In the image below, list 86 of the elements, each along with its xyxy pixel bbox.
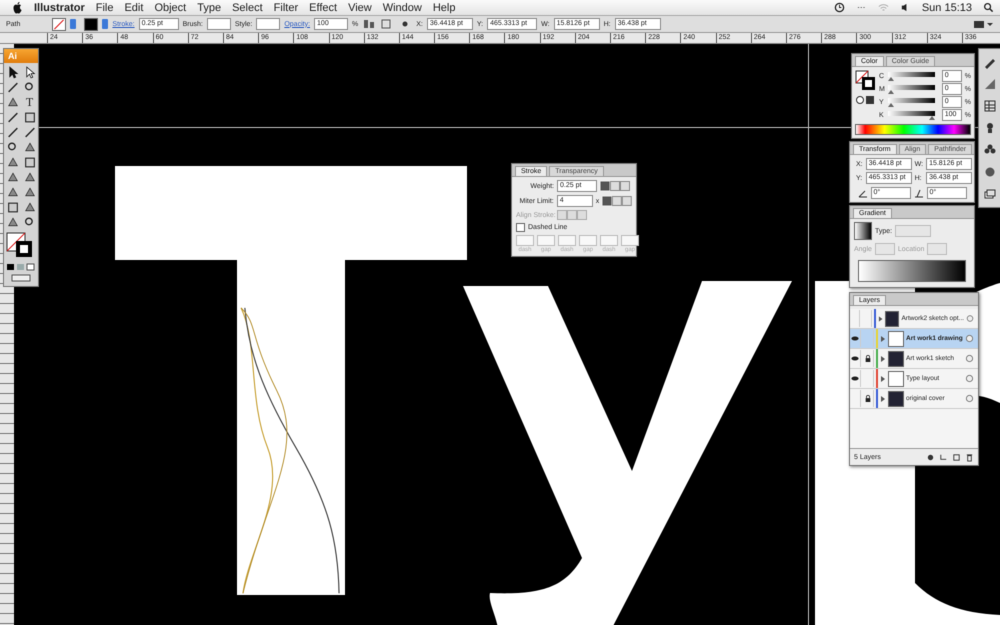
locate-object-icon[interactable] bbox=[926, 452, 935, 462]
layer-thumbnail bbox=[884, 310, 900, 326]
dash-field[interactable] bbox=[516, 235, 534, 246]
y-letter-shape[interactable] bbox=[463, 281, 792, 625]
app-badge: Ai bbox=[4, 49, 38, 63]
expand-triangle-icon[interactable] bbox=[880, 356, 886, 362]
menu-item[interactable]: View bbox=[348, 2, 372, 14]
style-dropdown[interactable] bbox=[256, 18, 280, 30]
target-circle-icon[interactable] bbox=[965, 354, 974, 363]
trash-icon[interactable] bbox=[965, 452, 974, 462]
menu-item[interactable]: Effect bbox=[309, 2, 338, 14]
join-icons[interactable] bbox=[602, 196, 632, 206]
color-mode-icons[interactable] bbox=[6, 263, 36, 271]
menu-clock[interactable]: Sun 15:13 bbox=[922, 2, 972, 14]
slider-thumb[interactable] bbox=[888, 76, 894, 80]
lock-toggle[interactable] bbox=[863, 390, 874, 407]
menu-item[interactable]: File bbox=[96, 2, 114, 14]
brush-dropdown[interactable] bbox=[206, 18, 231, 30]
color-spectrum-bar[interactable] bbox=[855, 124, 971, 135]
layer-thumbnail bbox=[888, 330, 904, 346]
menu-item[interactable]: Edit bbox=[124, 2, 144, 14]
search-icon[interactable] bbox=[983, 2, 994, 13]
clock-icon[interactable] bbox=[834, 2, 845, 13]
gradient-swatch[interactable] bbox=[854, 222, 872, 240]
dash-field[interactable] bbox=[558, 235, 576, 246]
menu-item[interactable]: Window bbox=[382, 2, 422, 14]
lock-icon[interactable] bbox=[864, 355, 872, 362]
workspace-icon[interactable] bbox=[972, 18, 994, 30]
target-circle-icon[interactable] bbox=[966, 314, 974, 323]
layer-thumbnail bbox=[888, 390, 904, 406]
channel-slider[interactable] bbox=[888, 110, 935, 120]
channel-slider[interactable] bbox=[888, 84, 935, 94]
menu-item[interactable]: Select bbox=[232, 2, 263, 14]
cap-icons[interactable] bbox=[600, 181, 630, 191]
fill-stroke-swatches-icon[interactable] bbox=[855, 70, 877, 106]
dash-field[interactable] bbox=[621, 235, 639, 246]
align-icon[interactable] bbox=[362, 18, 376, 30]
eye-icon[interactable] bbox=[851, 355, 859, 362]
angle-field[interactable] bbox=[874, 243, 895, 255]
visibility-toggle[interactable] bbox=[850, 370, 861, 387]
channel-slider[interactable] bbox=[888, 98, 935, 106]
target-circle-icon[interactable] bbox=[965, 334, 974, 343]
menu-item[interactable]: Help bbox=[432, 2, 456, 14]
app-menu[interactable]: Illustrator bbox=[34, 2, 85, 14]
eye-icon[interactable] bbox=[851, 335, 859, 342]
dashed-line-checkbox[interactable] bbox=[516, 223, 525, 232]
rect-tool-icon[interactable] bbox=[22, 111, 36, 124]
fill-swatch[interactable] bbox=[52, 18, 66, 30]
rotate-icon bbox=[858, 188, 868, 198]
expand-triangle-icon[interactable] bbox=[878, 316, 883, 322]
channel-slider[interactable] bbox=[888, 72, 935, 80]
slider-thumb[interactable] bbox=[888, 90, 894, 94]
type-tool[interactable]: T bbox=[22, 96, 36, 109]
gradient-swatch-icon[interactable] bbox=[983, 77, 997, 91]
dash-field[interactable] bbox=[600, 235, 618, 246]
target-circle-icon[interactable] bbox=[965, 374, 974, 383]
layers-stack-icon[interactable] bbox=[983, 187, 997, 201]
expand-triangle-icon[interactable] bbox=[880, 396, 886, 402]
expand-triangle-icon[interactable] bbox=[880, 336, 886, 342]
expand-triangle-icon[interactable] bbox=[880, 376, 886, 382]
layer-thumbnail bbox=[888, 370, 904, 386]
new-layer-icon[interactable] bbox=[952, 452, 961, 462]
dash-field[interactable] bbox=[537, 235, 555, 246]
visibility-toggle[interactable] bbox=[850, 350, 861, 367]
location-field[interactable] bbox=[927, 243, 948, 255]
stroke-swatch[interactable] bbox=[84, 18, 98, 30]
visibility-toggle[interactable] bbox=[850, 330, 861, 347]
menu-item[interactable]: Filter bbox=[274, 2, 298, 14]
dash-field[interactable] bbox=[579, 235, 597, 246]
lock-icon[interactable] bbox=[864, 395, 872, 402]
sphere-icon[interactable] bbox=[983, 165, 997, 179]
layer-thumbnail bbox=[888, 350, 904, 366]
slider-thumb[interactable] bbox=[888, 102, 894, 106]
target-circle-icon[interactable] bbox=[965, 394, 974, 403]
eye-icon[interactable] bbox=[851, 375, 859, 382]
t-letter-shape[interactable] bbox=[115, 166, 467, 595]
menu-item[interactable]: Object bbox=[154, 2, 186, 14]
line-tool-icon[interactable] bbox=[6, 111, 20, 124]
menu-item[interactable]: Type bbox=[197, 2, 222, 14]
lock-toggle[interactable] bbox=[863, 350, 874, 367]
grid-icon[interactable] bbox=[983, 99, 997, 113]
apple-icon[interactable] bbox=[12, 2, 23, 14]
slider-thumb[interactable] bbox=[928, 116, 935, 120]
shear-icon bbox=[914, 188, 924, 198]
sublayer-icon[interactable] bbox=[939, 452, 948, 462]
pencil-tool-icon[interactable] bbox=[22, 126, 36, 139]
